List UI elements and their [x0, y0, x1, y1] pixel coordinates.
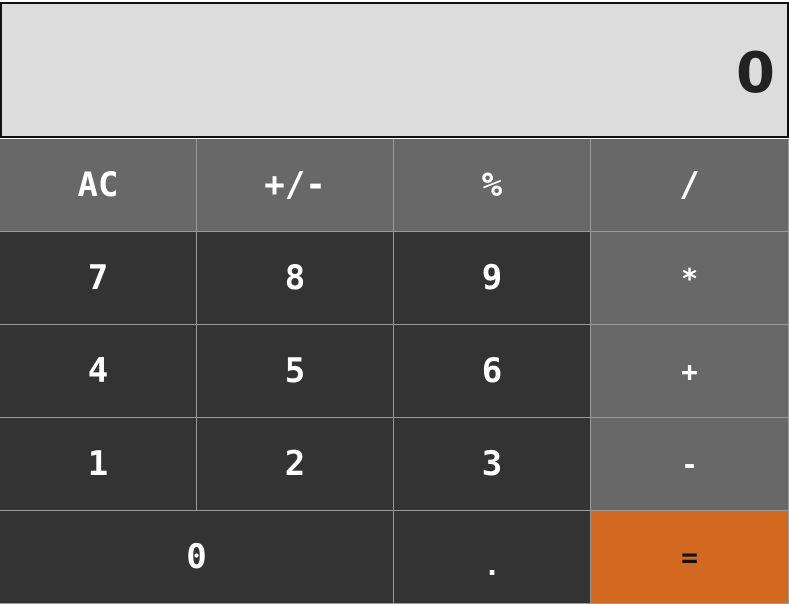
- digit-3-label: 3: [481, 444, 503, 484]
- digit-9-label: 9: [481, 258, 503, 298]
- subtract-button[interactable]: -: [591, 418, 789, 511]
- digit-2-button[interactable]: 2: [197, 418, 394, 511]
- digit-4-label: 4: [87, 351, 109, 391]
- decimal-point-button[interactable]: .: [394, 511, 591, 604]
- digit-8-button[interactable]: 8: [197, 232, 394, 325]
- clear-button-label: AC: [77, 165, 119, 205]
- multiply-label: *: [681, 261, 698, 295]
- equals-button[interactable]: =: [591, 511, 789, 604]
- digit-6-label: 6: [481, 351, 503, 391]
- multiply-button[interactable]: *: [591, 232, 789, 325]
- divide-label: /: [679, 165, 700, 205]
- equals-label: =: [681, 540, 698, 574]
- digit-2-label: 2: [284, 444, 306, 484]
- keypad: AC +/- % / 7 8 9 * 4 5 6 + 1 2 3 - 0 . =: [0, 139, 789, 604]
- digit-7-button[interactable]: 7: [0, 232, 197, 325]
- display-panel: 0: [0, 2, 789, 138]
- digit-1-button[interactable]: 1: [0, 418, 197, 511]
- clear-button[interactable]: AC: [0, 139, 197, 232]
- digit-1-label: 1: [87, 444, 109, 484]
- calculator: 0 AC +/- % / 7 8 9 * 4 5 6 + 1 2 3 - 0 .…: [0, 0, 789, 604]
- decimal-point-label: .: [483, 548, 501, 582]
- toggle-sign-button[interactable]: +/-: [197, 139, 394, 232]
- digit-8-label: 8: [284, 258, 306, 298]
- display-value: 0: [736, 41, 775, 106]
- digit-4-button[interactable]: 4: [0, 325, 197, 418]
- divide-button[interactable]: /: [591, 139, 789, 232]
- subtract-label: -: [681, 447, 698, 481]
- digit-5-button[interactable]: 5: [197, 325, 394, 418]
- digit-3-button[interactable]: 3: [394, 418, 591, 511]
- digit-6-button[interactable]: 6: [394, 325, 591, 418]
- toggle-sign-label: +/-: [264, 165, 326, 205]
- percent-button[interactable]: %: [394, 139, 591, 232]
- digit-0-label: 0: [186, 537, 207, 577]
- digit-9-button[interactable]: 9: [394, 232, 591, 325]
- digit-7-label: 7: [87, 258, 109, 298]
- add-button[interactable]: +: [591, 325, 789, 418]
- digit-0-button[interactable]: 0: [0, 511, 394, 604]
- add-label: +: [681, 354, 698, 388]
- digit-5-label: 5: [284, 351, 306, 391]
- percent-label: %: [481, 165, 503, 205]
